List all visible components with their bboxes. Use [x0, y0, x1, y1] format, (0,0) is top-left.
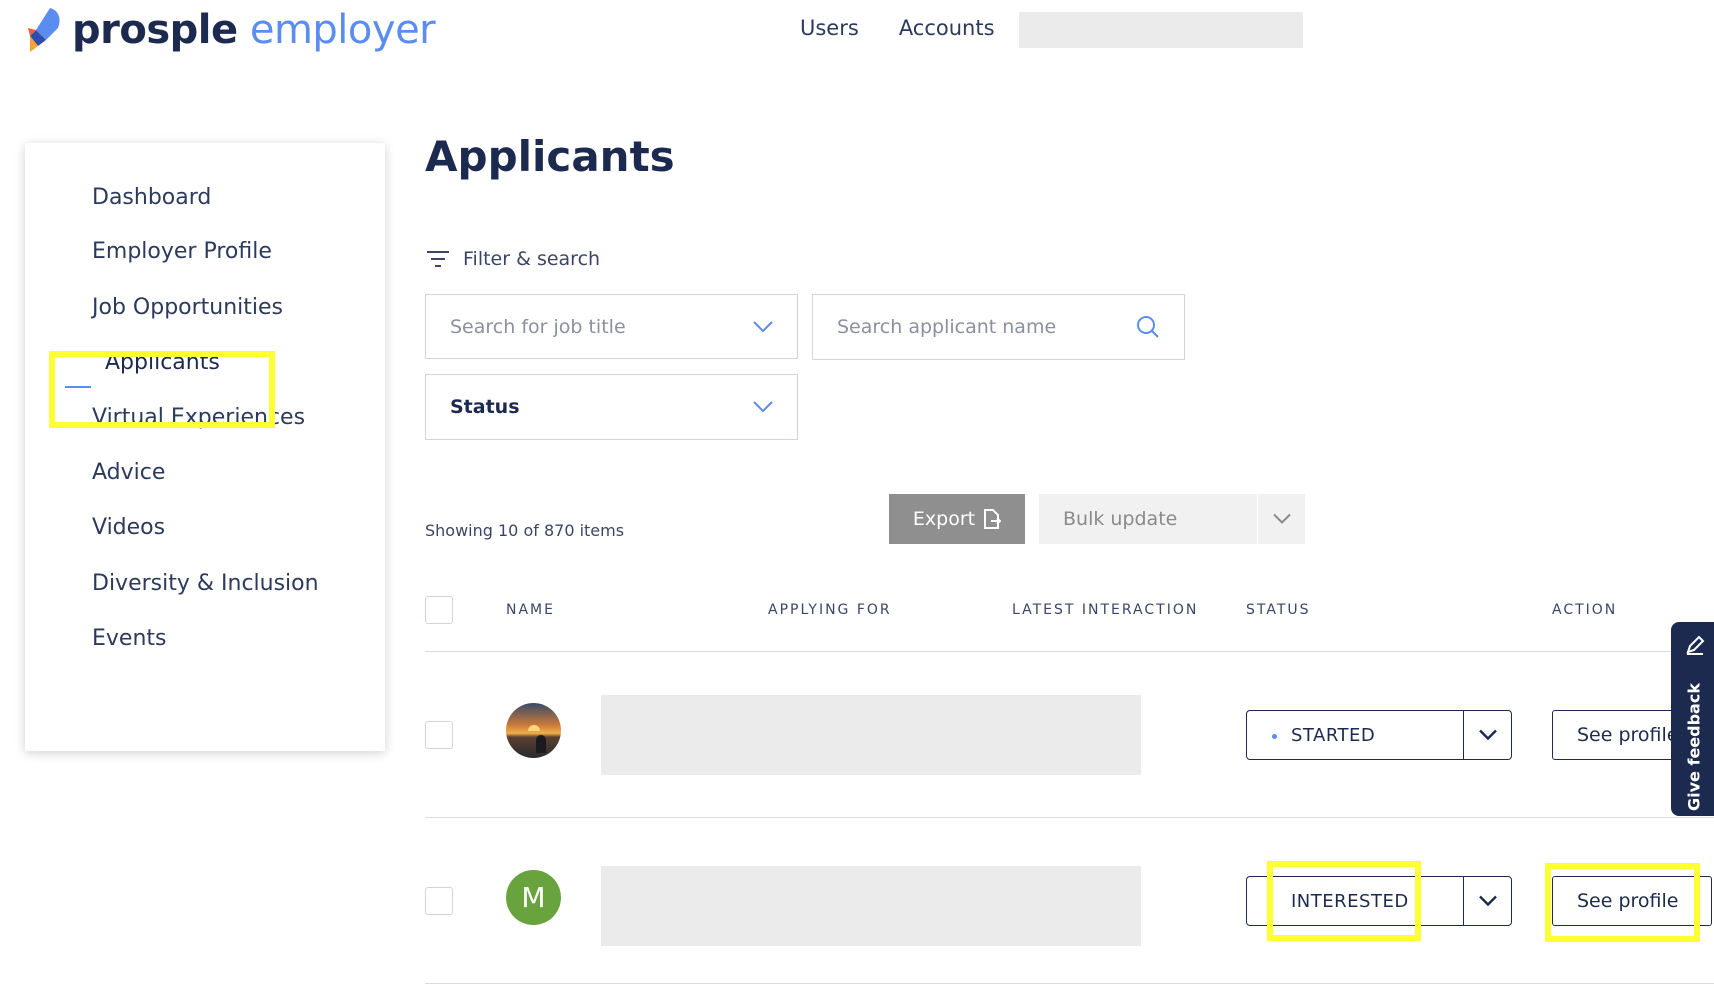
export-button[interactable]: Export [889, 494, 1025, 544]
filter-icon [427, 251, 449, 267]
top-nav: Users Accounts [800, 16, 995, 40]
column-header-applying-for[interactable]: APPLYING FOR [768, 602, 892, 618]
job-title-select[interactable]: Search for job title [425, 294, 798, 359]
chevron-down-icon[interactable] [1479, 895, 1497, 907]
redacted-applicant-info [601, 866, 1141, 946]
sidebar: Dashboard Employer Profile Job Opportuni… [25, 143, 385, 751]
column-header-name[interactable]: NAME [506, 602, 555, 618]
bulk-update-divider [1257, 494, 1258, 544]
avatar: M [506, 870, 561, 925]
avatar-sun-shape [528, 725, 540, 731]
redacted-applicant-info [601, 695, 1141, 775]
status-dropdown[interactable]: STARTED [1246, 710, 1512, 760]
status-value: STARTED [1291, 724, 1376, 746]
highlight-applicants [49, 351, 275, 428]
export-file-icon [984, 509, 1002, 529]
status-dropdown-divider [1463, 877, 1464, 925]
avatar [506, 703, 561, 758]
nav-users[interactable]: Users [800, 16, 859, 40]
table-divider [425, 651, 1714, 652]
column-header-latest-interaction[interactable]: LATEST INTERACTION [1012, 602, 1198, 618]
table-divider [425, 817, 1714, 818]
status-dot-icon [1272, 734, 1277, 739]
search-icon[interactable] [1136, 315, 1160, 339]
applicant-search-input[interactable]: Search applicant name [812, 294, 1185, 360]
export-label: Export [912, 508, 976, 530]
chevron-down-icon[interactable] [1479, 729, 1497, 741]
sidebar-item-dashboard[interactable]: Dashboard [92, 185, 211, 210]
logo-word-employer: employer [249, 7, 436, 53]
sidebar-item-employer-profile[interactable]: Employer Profile [92, 239, 272, 264]
status-dropdown-divider [1463, 711, 1464, 759]
avatar-person-shape [536, 735, 546, 753]
chevron-down-icon [1273, 513, 1291, 524]
give-feedback-label: Give feedback [1684, 683, 1704, 811]
row-checkbox[interactable] [425, 721, 453, 749]
filter-search-toggle[interactable]: Filter & search [427, 248, 600, 270]
column-header-action: ACTION [1552, 602, 1618, 618]
account-selector-redacted[interactable] [1019, 12, 1303, 48]
results-count: Showing 10 of 870 items [425, 521, 625, 540]
logo-word-prosple: prosple [72, 7, 238, 53]
row-checkbox[interactable] [425, 887, 453, 915]
column-header-status[interactable]: STATUS [1246, 602, 1311, 618]
pencil-icon [1686, 635, 1705, 655]
rocket-logo-icon [28, 8, 60, 52]
sidebar-item-advice[interactable]: Advice [92, 460, 165, 485]
job-title-placeholder: Search for job title [450, 315, 626, 338]
status-filter-select[interactable]: Status [425, 374, 798, 440]
filter-label: Filter & search [463, 248, 601, 270]
select-all-checkbox[interactable] [425, 596, 453, 624]
bulk-update-label: Bulk update [1063, 508, 1178, 530]
highlight-interested-status [1267, 861, 1421, 941]
chevron-down-icon [753, 320, 773, 332]
chevron-down-icon [753, 401, 773, 413]
highlight-see-profile [1545, 863, 1700, 942]
status-filter-label: Status [450, 396, 520, 418]
sidebar-item-diversity-inclusion[interactable]: Diversity & Inclusion [92, 571, 319, 596]
table-divider [425, 983, 1714, 984]
bulk-update-select[interactable]: Bulk update [1039, 494, 1305, 544]
give-feedback-tab[interactable]: Give feedback [1671, 622, 1714, 816]
page-title: Applicants [425, 132, 675, 181]
applicant-search-placeholder: Search applicant name [837, 316, 1057, 338]
sidebar-item-videos[interactable]: Videos [92, 515, 165, 540]
sidebar-item-events[interactable]: Events [92, 626, 167, 651]
nav-accounts[interactable]: Accounts [899, 16, 995, 40]
prosple-logo[interactable]: prosple employer [24, 4, 436, 56]
sidebar-item-job-opportunities[interactable]: Job Opportunities [92, 295, 283, 320]
